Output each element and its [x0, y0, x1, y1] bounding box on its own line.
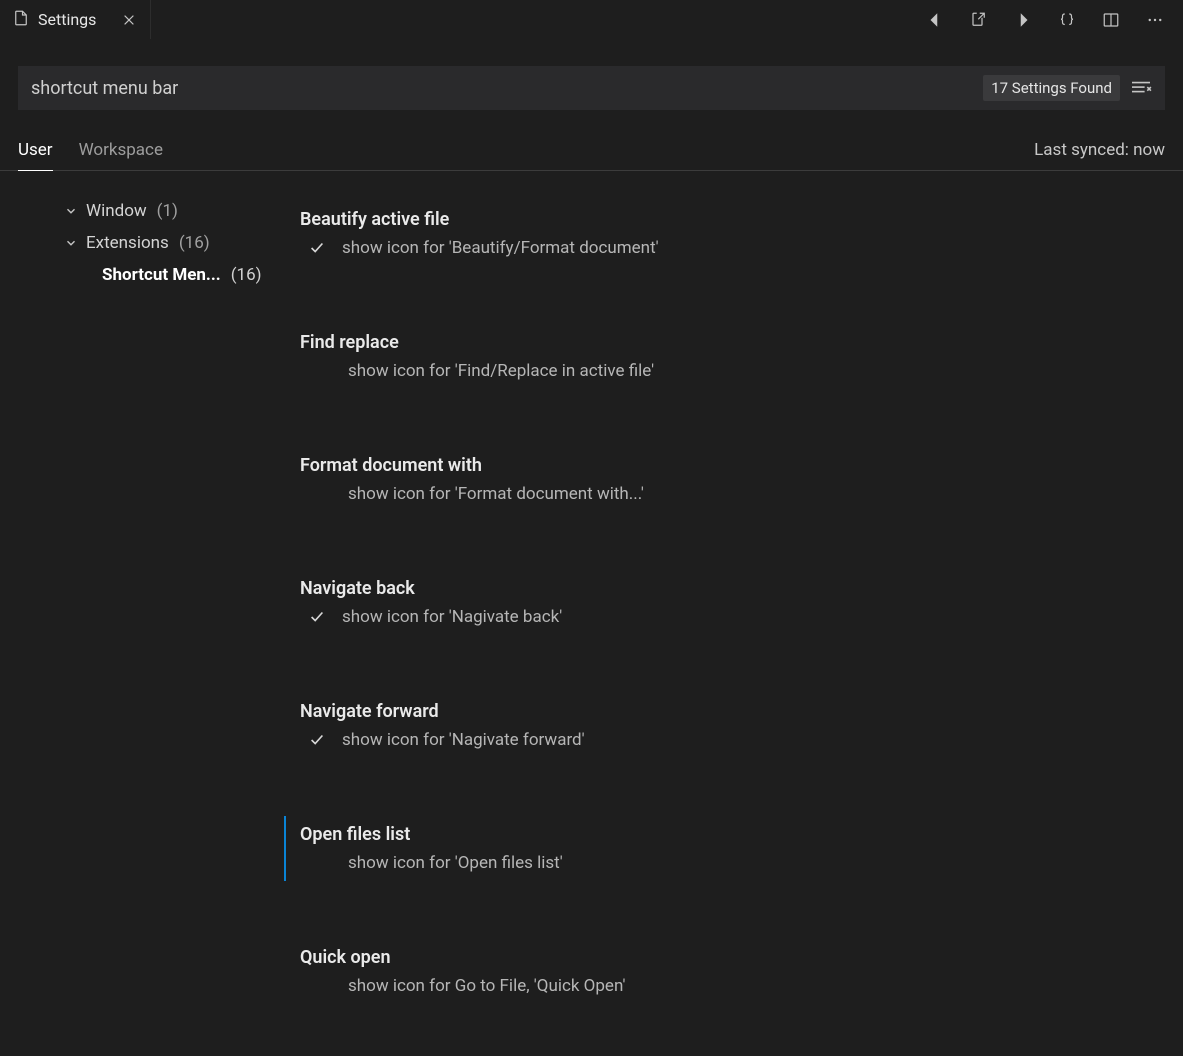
- setting-description: show icon for 'Nagivate back': [342, 607, 562, 627]
- tree-item-count: (1): [157, 201, 178, 221]
- tab-bar: Settings: [0, 0, 1183, 40]
- clear-filter-icon[interactable]: [1130, 79, 1152, 97]
- tree-item-count: (16): [231, 265, 262, 285]
- setting-item: Beautify active file show icon for 'Beaut…: [300, 195, 1159, 272]
- setting-title: Format document with: [300, 455, 1159, 476]
- setting-item: Navigate back show icon for 'Nagivate bac…: [300, 564, 1159, 641]
- tree-item[interactable]: Window (1): [18, 195, 300, 227]
- tree-item[interactable]: Extensions (16): [18, 227, 300, 259]
- open-files-icon[interactable]: [969, 10, 989, 30]
- checkbox[interactable]: [306, 239, 328, 257]
- setting-item: Open files list show icon for 'Open files…: [300, 810, 1159, 887]
- scope-tab-user[interactable]: User: [18, 140, 53, 171]
- tree-item-label: Extensions: [86, 233, 169, 253]
- setting-title: Navigate back: [300, 578, 1159, 599]
- chevron-down-icon: [62, 204, 80, 218]
- navigate-back-icon[interactable]: [925, 10, 945, 30]
- close-icon[interactable]: [122, 13, 136, 27]
- split-editor-icon[interactable]: [1101, 10, 1121, 30]
- tree-item-label: Window: [86, 201, 147, 221]
- setting-title: Beautify active file: [300, 209, 1159, 230]
- setting-item: Navigate forward show icon for 'Nagivate …: [300, 687, 1159, 764]
- setting-title: Open files list: [300, 824, 1159, 845]
- tree-item-label: Shortcut Men...: [102, 265, 221, 285]
- setting-description: show icon for 'Beautify/Format document': [342, 238, 659, 258]
- setting-body: show icon for 'Beautify/Format document': [300, 238, 1159, 258]
- setting-item: Quick open show icon for Go to File, 'Qui…: [300, 933, 1159, 1010]
- tree-item-count: (16): [179, 233, 210, 253]
- settings-search-row: 17 Settings Found: [18, 66, 1165, 110]
- setting-title: Quick open: [300, 947, 1159, 968]
- setting-title: Navigate forward: [300, 701, 1159, 722]
- setting-description: show icon for 'Nagivate forward': [342, 730, 585, 750]
- setting-body: show icon for 'Open files list': [300, 853, 1159, 873]
- scope-tab-workspace[interactable]: Workspace: [79, 140, 163, 170]
- setting-body: show icon for 'Nagivate forward': [300, 730, 1159, 750]
- chevron-down-icon: [62, 236, 80, 250]
- setting-description: show icon for 'Open files list': [306, 853, 563, 873]
- settings-tree: Window (1) Extensions (16) Shortcut Men... (1…: [0, 195, 300, 1056]
- setting-body: show icon for 'Find/Replace in active fi…: [300, 361, 1159, 381]
- navigate-forward-icon[interactable]: [1013, 10, 1033, 30]
- braces-icon[interactable]: [1057, 10, 1077, 30]
- more-icon[interactable]: [1145, 10, 1165, 30]
- setting-item: Format document with show icon for 'Forma…: [300, 441, 1159, 518]
- setting-body: show icon for 'Nagivate back': [300, 607, 1159, 627]
- setting-description: show icon for 'Find/Replace in active fi…: [306, 361, 654, 381]
- checkbox[interactable]: [306, 608, 328, 626]
- results-count-badge: 17 Settings Found: [983, 75, 1120, 101]
- settings-list: Beautify active file show icon for 'Beaut…: [300, 195, 1183, 1056]
- setting-body: show icon for Go to File, 'Quick Open': [300, 976, 1159, 996]
- setting-description: show icon for 'Format document with...': [306, 484, 644, 504]
- sync-status: Last synced: now: [1034, 140, 1165, 170]
- setting-description: show icon for Go to File, 'Quick Open': [306, 976, 625, 996]
- settings-search-input[interactable]: [31, 78, 973, 99]
- tab-title: Settings: [38, 10, 96, 29]
- tree-item[interactable]: Shortcut Men... (16): [18, 259, 300, 291]
- setting-item: Find replace show icon for 'Find/Replace …: [300, 318, 1159, 395]
- setting-title: Find replace: [300, 332, 1159, 353]
- tab-settings[interactable]: Settings: [0, 0, 151, 39]
- editor-actions: [925, 0, 1183, 39]
- checkbox[interactable]: [306, 731, 328, 749]
- scope-row: User Workspace Last synced: now: [0, 110, 1183, 171]
- file-icon: [12, 9, 30, 31]
- setting-body: show icon for 'Format document with...': [300, 484, 1159, 504]
